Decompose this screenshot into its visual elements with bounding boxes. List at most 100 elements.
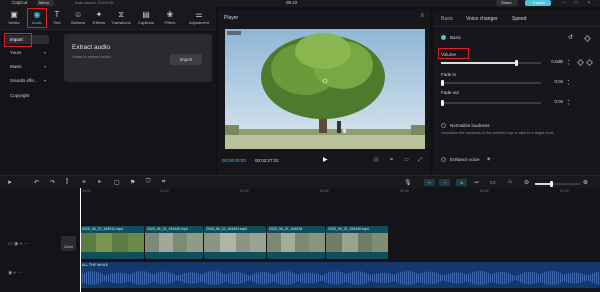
captions-toggle-icon[interactable]: ▭ — [490, 179, 496, 186]
tool-captions[interactable]: ▤ Captions — [136, 9, 156, 28]
share-button[interactable]: Share — [496, 0, 518, 6]
waveform-bar — [92, 271, 93, 285]
video-clip[interactable]: 2025_06_22_164440.mp4 — [145, 226, 203, 259]
waveform-bar — [468, 273, 469, 283]
import-button[interactable]: Import — [170, 54, 202, 65]
tool-stickers[interactable]: ☺ Stickers — [68, 9, 88, 28]
zoom-slider[interactable] — [535, 180, 580, 187]
delete-icon[interactable]: ▢ — [114, 179, 120, 186]
maximize-icon[interactable]: □ — [572, 0, 580, 6]
zoom-knob[interactable] — [550, 180, 553, 187]
enhance-voice-checkbox[interactable] — [441, 157, 446, 162]
tool-adjustment[interactable]: ⚌ Adjustment — [186, 9, 212, 28]
fade-in-stepper[interactable]: ▴ ▾ — [566, 78, 571, 86]
sidebar-item-label: Music — [10, 64, 22, 69]
zoom-fit-icon[interactable]: ⌂ — [508, 179, 512, 185]
fullscreen-icon[interactable]: ⤢ — [418, 157, 422, 163]
sidebar-item-music[interactable]: Music ▾ — [6, 62, 49, 71]
volume-stepper[interactable]: ▴ ▾ — [566, 58, 571, 66]
minimize-icon[interactable]: – — [560, 0, 568, 6]
basic-toggle[interactable] — [441, 35, 446, 40]
zoom-in-icon[interactable]: ⊕ — [583, 179, 588, 186]
enhance-toggle-icon[interactable]: ◌ — [586, 156, 589, 161]
more-icon[interactable]: ≡ — [420, 13, 424, 19]
tab-basic[interactable]: Basic — [441, 16, 453, 22]
fade-in-knob[interactable] — [441, 79, 444, 86]
ratio-icon[interactable]: ▭ — [404, 157, 409, 163]
crop-icon[interactable]: ⌗ — [390, 157, 393, 163]
sidebar-item-copyright[interactable]: Copyright — [6, 91, 49, 100]
tool-filters[interactable]: ❀ Filters — [160, 9, 180, 28]
sidebar-item-sound-effects[interactable]: Sounds effe... ▾ — [6, 76, 49, 85]
project-name[interactable]: 08.22 — [286, 0, 297, 5]
video-track-controls[interactable]: ▭ ◉ ◐ ⋯ — [8, 241, 29, 247]
split-right-icon[interactable]: ⫸ — [98, 179, 101, 186]
undo-icon[interactable]: ↶ — [34, 179, 39, 186]
fade-out-knob[interactable] — [441, 99, 444, 106]
zoom-out-icon[interactable]: ⊖ — [524, 179, 529, 186]
ruler-tick: 00:00 — [82, 189, 91, 193]
waveform-bar — [376, 273, 377, 283]
waveform-bar — [144, 271, 145, 285]
fade-in-slider[interactable] — [441, 79, 541, 86]
menu-button[interactable]: Menu — [37, 0, 54, 6]
split-left-icon[interactable]: ⫷ — [82, 179, 85, 186]
fade-out-stepper[interactable]: ▴ ▾ — [566, 98, 571, 106]
microphone-icon[interactable]: 🎙 — [404, 179, 412, 186]
video-clip[interactable]: 2025_06_22_164491.mp4 — [204, 226, 266, 259]
waveform-bar — [378, 273, 379, 283]
video-clip[interactable]: 2025_06_22_164512.mp4 — [80, 226, 144, 259]
close-icon[interactable]: × — [585, 0, 593, 6]
tool-effects[interactable]: ✦ Effects — [89, 9, 109, 28]
waveform-bar — [180, 274, 181, 282]
audio-clip[interactable]: ALL THE WHILE — [80, 262, 600, 288]
waveform-bar — [164, 271, 165, 285]
fade-out-slider[interactable] — [441, 99, 541, 106]
link-icon[interactable]: ⊸ — [439, 179, 450, 186]
fit-icon[interactable]: ⊡ — [374, 157, 378, 163]
waveform-bar — [594, 272, 595, 284]
volume-value[interactable]: 0.0dB — [537, 59, 563, 66]
fade-out-value[interactable]: 0.0s — [537, 99, 563, 106]
video-preview[interactable] — [225, 29, 425, 149]
crop-tool-icon[interactable]: ⌗ — [162, 179, 165, 186]
normalize-checkbox[interactable] — [441, 123, 446, 128]
redo-icon[interactable]: ↷ — [50, 179, 55, 186]
waveform-bar — [540, 273, 541, 283]
extract-audio-title: Extract audio — [72, 44, 110, 51]
select-tool-icon[interactable]: ➤ — [7, 179, 12, 186]
cover-button[interactable]: Cover — [61, 236, 76, 251]
waveform-bar — [208, 271, 209, 285]
waveform-bar — [332, 271, 333, 285]
play-icon[interactable]: ▶ — [323, 156, 328, 163]
waveform-bar — [218, 271, 219, 285]
preview-axis-icon[interactable]: ⇋ — [456, 179, 467, 186]
export-button[interactable]: Export — [525, 0, 551, 6]
main-track-magnet-icon[interactable]: ⊷ — [424, 179, 435, 186]
video-clip[interactable]: 2025_06_22_164440.mp4 — [326, 226, 388, 259]
tool-text[interactable]: T Text — [47, 9, 67, 28]
tab-speed[interactable]: Speed — [512, 16, 526, 22]
keyframe-icon[interactable] — [583, 34, 592, 43]
tab-voice-changer[interactable]: Voice changer — [466, 16, 498, 22]
tool-transitions[interactable]: ⧖ Transitions — [111, 9, 131, 28]
video-clip[interactable]: 2025_06_22_164518 — [267, 226, 325, 259]
volume-keyframe-next-icon[interactable] — [585, 58, 594, 67]
volume-slider[interactable] — [441, 59, 541, 66]
split-icon[interactable]: ⫿ — [66, 179, 68, 186]
sidebar-item-yours[interactable]: Yours ▾ — [6, 48, 49, 57]
snap-icon[interactable]: ⇿ — [474, 179, 479, 186]
volume-knob[interactable] — [514, 59, 518, 66]
tool-media[interactable]: ▣ Media — [4, 9, 24, 28]
volume-keyframe-icon[interactable] — [576, 58, 585, 67]
ruler-tick: 00:30 — [320, 189, 329, 193]
waveform-bar — [274, 273, 275, 283]
fade-in-value[interactable]: 0.0s — [537, 79, 563, 86]
reset-icon[interactable]: ↺ — [568, 34, 573, 41]
waveform-bar — [128, 274, 129, 282]
mark-icon[interactable]: ⚑ — [130, 179, 135, 186]
waveform-bar — [306, 272, 307, 284]
shield-icon[interactable]: ⛉ — [146, 179, 151, 186]
playhead[interactable] — [80, 188, 81, 292]
audio-track-controls[interactable]: ◉ ◐ ⋯ — [8, 270, 23, 276]
